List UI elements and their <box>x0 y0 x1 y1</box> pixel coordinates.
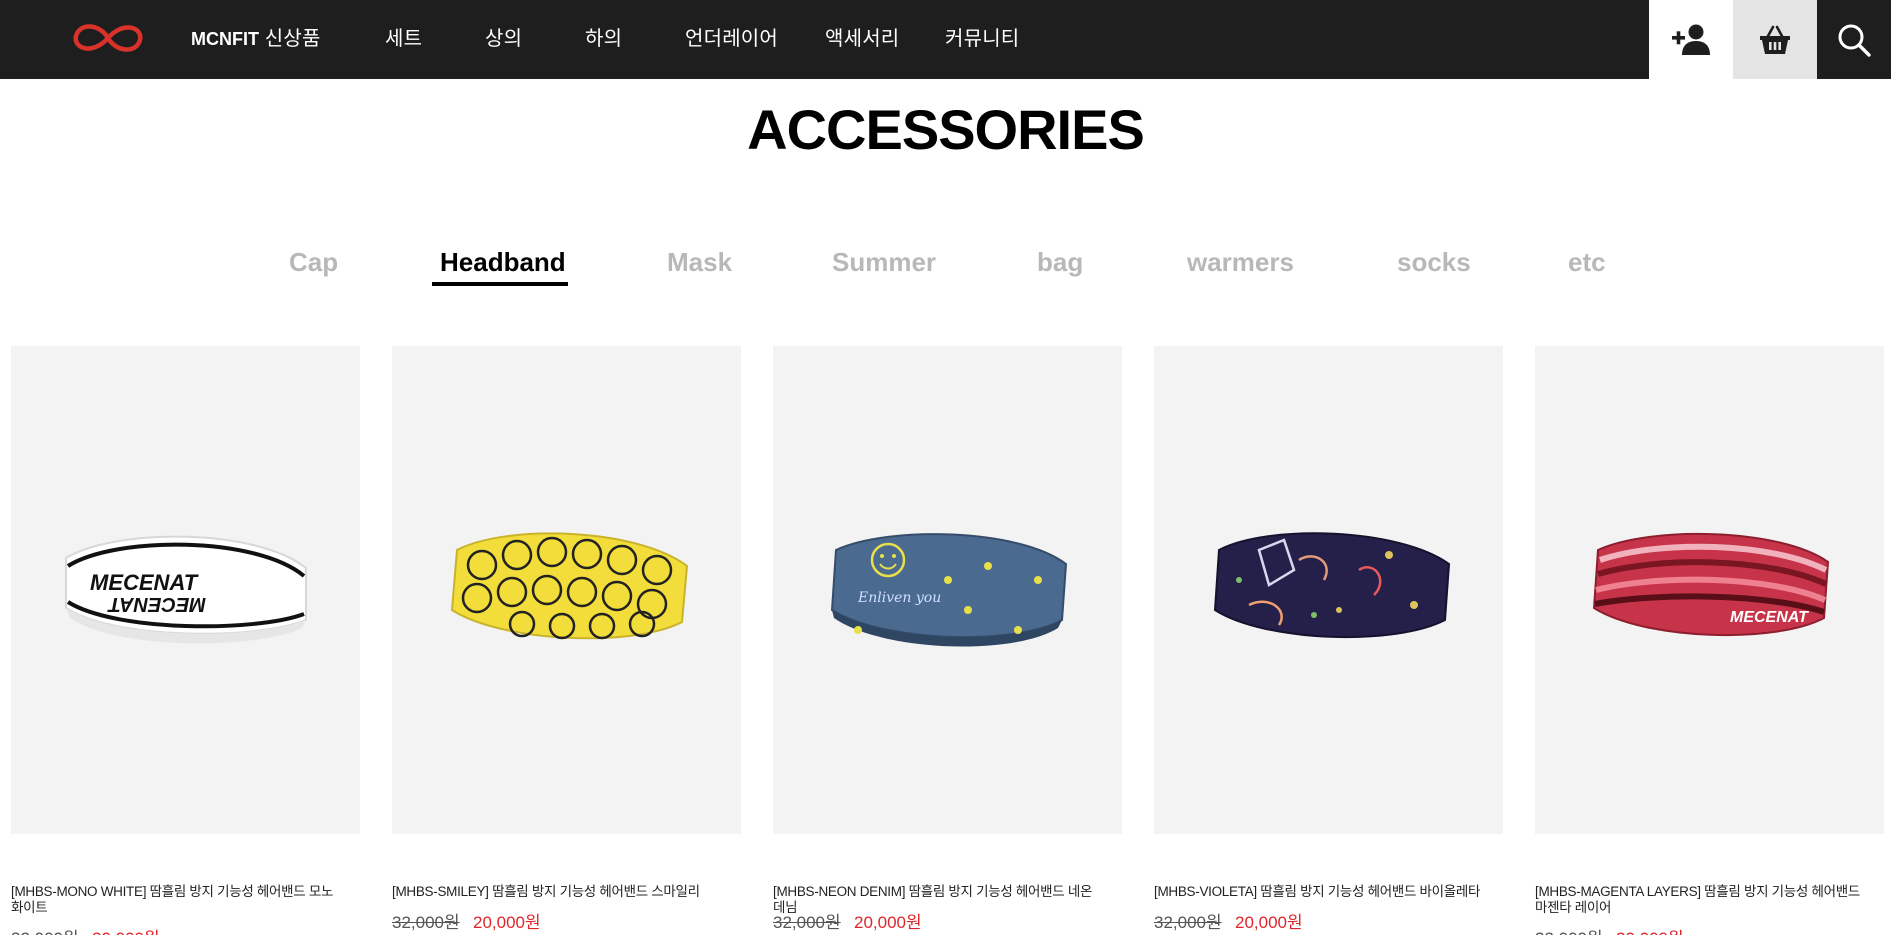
original-price: 32,000원 <box>11 924 79 935</box>
nav-item-new-arrivals[interactable]: MCNFIT 신상품 <box>191 22 321 51</box>
tab-cap[interactable]: Cap <box>289 247 338 278</box>
smiley-headband-image <box>450 532 688 640</box>
magenta-layers-headband-image: MECENAT <box>1592 532 1829 637</box>
headband-script-text: Enliven you <box>857 590 941 606</box>
tab-warmers[interactable]: warmers <box>1187 247 1294 278</box>
headband-print-text-mirrored: MECENAT <box>106 593 205 615</box>
nav-brand-label: MCNFIT <box>191 29 259 49</box>
product-name[interactable]: [MHBS-SMILEY] 땀흘림 방지 기능성 헤어밴드 스마일리 <box>392 884 722 900</box>
search-button[interactable] <box>1817 0 1891 79</box>
basket-icon <box>1760 25 1790 54</box>
tab-mask[interactable]: Mask <box>667 247 732 278</box>
violeta-headband-image <box>1213 532 1450 639</box>
product-name[interactable]: [MHBS-MONO WHITE] 땀흘림 방지 기능성 헤어밴드 모노 화이트 <box>11 884 341 916</box>
active-tab-indicator <box>432 282 568 286</box>
product-name[interactable]: [MHBS-VIOLETA] 땀흘림 방지 기능성 헤어밴드 바이올레타 <box>1154 884 1484 900</box>
nav-item-bottoms[interactable]: 하의 <box>585 22 622 51</box>
search-icon <box>1838 24 1871 57</box>
tab-bag[interactable]: bag <box>1037 247 1083 278</box>
nav-item-community[interactable]: 커뮤니티 <box>945 22 1019 51</box>
tab-summer[interactable]: Summer <box>832 247 936 278</box>
product-image[interactable] <box>1154 346 1503 834</box>
cart-button[interactable] <box>1733 0 1817 79</box>
product-name[interactable]: [MHBS-MAGENTA LAYERS] 땀흘림 방지 기능성 헤어밴드 마젠… <box>1535 884 1865 916</box>
product-image[interactable]: MECENAT MECENAT <box>11 346 360 834</box>
brand-logo-icon[interactable] <box>70 16 146 60</box>
add-user-icon <box>1672 24 1710 55</box>
nav-item-underlayer[interactable]: 언더레이어 <box>685 22 778 51</box>
headband-print-text: MECENAT <box>90 570 199 595</box>
nav-item-tops[interactable]: 상의 <box>485 22 522 51</box>
nav-item-set[interactable]: 세트 <box>385 22 422 51</box>
product-image[interactable] <box>392 346 741 834</box>
join-button[interactable] <box>1649 0 1733 79</box>
original-price: 32,000원 <box>1535 924 1603 935</box>
tab-socks[interactable]: socks <box>1397 247 1471 278</box>
nav-new-label: 신상품 <box>258 28 321 50</box>
original-price: 32,000원 <box>1154 913 1222 932</box>
original-price: 32,000원 <box>392 913 460 932</box>
sale-price: 20,000원 <box>473 913 541 932</box>
top-navigation-bar: MCNFIT 신상품 세트 상의 하의 언더레이어 액세서리 커뮤니티 <box>0 0 1891 79</box>
sale-price: 20,000원 <box>1235 913 1303 932</box>
sale-price: 20,000원 <box>854 913 922 932</box>
headband-print-text: MECENAT <box>1730 609 1809 626</box>
mono-white-headband-image: MECENAT MECENAT <box>64 535 307 644</box>
page-title: ACCESSORIES <box>747 98 1145 161</box>
product-image[interactable]: Enliven you <box>773 346 1122 834</box>
original-price: 32,000원 <box>773 913 841 932</box>
tab-etc[interactable]: etc <box>1568 247 1606 278</box>
product-image[interactable]: MECENAT <box>1535 346 1884 834</box>
neon-denim-headband-image: Enliven you <box>830 533 1067 647</box>
nav-item-accessories[interactable]: 액세서리 <box>825 22 899 51</box>
sale-price: 20,000원 <box>1616 924 1684 935</box>
sale-price: 20,000원 <box>92 924 160 935</box>
tab-headband[interactable]: Headband <box>440 247 566 278</box>
